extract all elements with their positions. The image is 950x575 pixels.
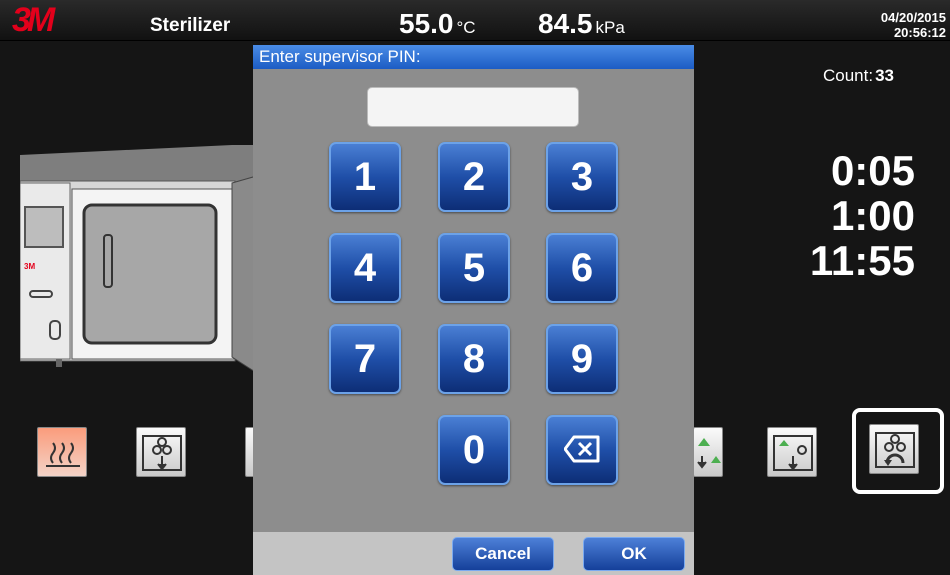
temperature-readout: 55.0 °C [399, 8, 476, 40]
date: 04/20/2015 [880, 10, 946, 25]
key-1[interactable]: 1 [329, 142, 401, 212]
datetime: 04/20/2015 20:56:12 [881, 10, 946, 40]
count-value: 33 [875, 66, 895, 85]
backspace-icon [563, 435, 600, 463]
temperature-unit: °C [456, 18, 476, 37]
cycle-times: 0:05 1:00 11:55 [810, 148, 915, 283]
pressure-value: 84.5 [538, 8, 593, 39]
cancel-button[interactable]: Cancel [452, 537, 554, 571]
load-up-down-icon[interactable] [767, 427, 817, 477]
pressure-readout: 84.5 kPa [538, 8, 625, 40]
count-label: Count: [823, 66, 874, 85]
app-title: Sterilizer [150, 15, 231, 36]
sterilizer-machine-illustration: 3M [20, 145, 260, 376]
dialog-title: Enter supervisor PIN: [253, 45, 694, 69]
heat-icon[interactable] [37, 427, 87, 477]
key-8[interactable]: 8 [438, 324, 510, 394]
key-5[interactable]: 5 [438, 233, 510, 303]
cycle-count: Count: 33 [823, 66, 894, 86]
cycle-rotate-icon[interactable] [869, 424, 919, 474]
brand-logo: 3M [12, 1, 55, 39]
load-down-icon[interactable] [136, 427, 186, 477]
key-9[interactable]: 9 [546, 324, 618, 394]
temperature-value: 55.0 [399, 8, 454, 39]
time-value: 0:05 [830, 147, 915, 194]
partial-icon[interactable] [693, 427, 723, 477]
machine-brand: 3M [24, 262, 35, 271]
time: 20:56:12 [893, 25, 946, 40]
pin-dialog: Enter supervisor PIN: 1 2 3 4 5 6 7 8 9 … [253, 45, 694, 575]
pressure-unit: kPa [595, 18, 625, 37]
key-6[interactable]: 6 [546, 233, 618, 303]
status-bar: 3M Sterilizer 55.0 °C 84.5 kPa 04/20/2015 … [0, 0, 950, 41]
key-7[interactable]: 7 [329, 324, 401, 394]
key-4[interactable]: 4 [329, 233, 401, 303]
key-0[interactable]: 0 [438, 415, 510, 485]
time-value: 1:00 [830, 192, 915, 239]
pin-input[interactable] [367, 87, 579, 127]
ok-button[interactable]: OK [583, 537, 685, 571]
dialog-footer: Cancel OK [253, 532, 694, 575]
key-3[interactable]: 3 [546, 142, 618, 212]
time-value: 11:55 [809, 237, 915, 284]
key-2[interactable]: 2 [438, 142, 510, 212]
backspace-button[interactable] [546, 415, 618, 485]
